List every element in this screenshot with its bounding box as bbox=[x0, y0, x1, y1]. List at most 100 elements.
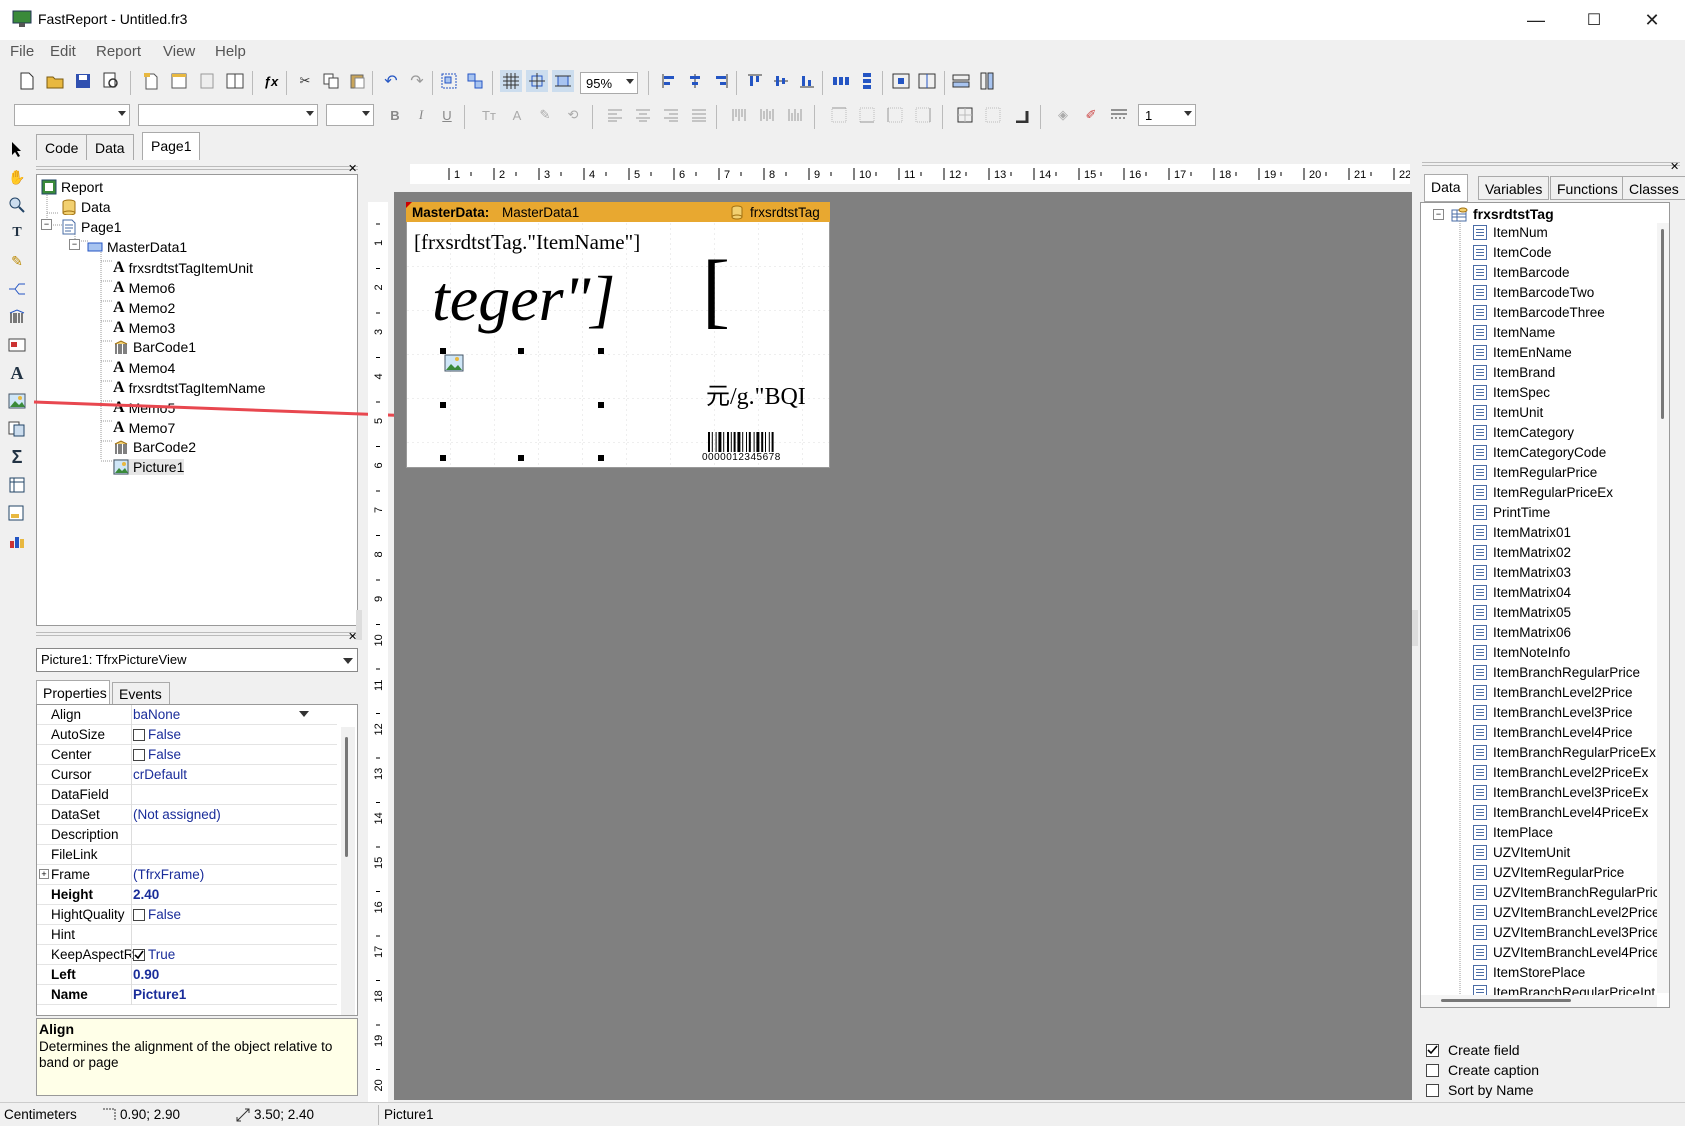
scrollbar-thumb[interactable] bbox=[345, 737, 348, 857]
option-0[interactable]: Create field bbox=[1426, 1042, 1520, 1058]
field-item[interactable]: PrintTime bbox=[1473, 505, 1550, 520]
align-bottoms-icon[interactable] bbox=[796, 70, 818, 92]
property-row[interactable]: Cursor crDefault bbox=[37, 765, 337, 785]
field-item[interactable]: ItemCode bbox=[1473, 245, 1552, 260]
scrollbar-thumb[interactable] bbox=[1661, 229, 1664, 419]
band-header[interactable]: MasterData: MasterData1 frxsrdtstTag bbox=[406, 202, 830, 222]
property-row[interactable]: Hint bbox=[37, 925, 337, 945]
center-horizontally-icon[interactable] bbox=[890, 70, 912, 92]
frame-left-icon[interactable] bbox=[884, 104, 906, 126]
valign-bottom-icon[interactable] bbox=[784, 104, 806, 126]
collapse-toggle-dataset[interactable]: − bbox=[1433, 209, 1444, 220]
zoom-icon[interactable] bbox=[6, 194, 28, 216]
splitter-grip[interactable] bbox=[356, 610, 362, 640]
field-item[interactable]: ItemMatrix01 bbox=[1473, 525, 1571, 540]
property-value[interactable]: False bbox=[133, 907, 181, 922]
tree-item-child[interactable]: BarCode1 bbox=[113, 339, 196, 355]
chart-tool-icon[interactable] bbox=[6, 530, 28, 552]
checkbox-checked-icon[interactable] bbox=[1426, 1043, 1439, 1057]
property-value[interactable]: False bbox=[133, 747, 181, 762]
align-right-edges-icon[interactable] bbox=[710, 70, 732, 92]
property-value[interactable]: crDefault bbox=[133, 767, 187, 782]
unit-memo[interactable]: 元/g."BQI bbox=[706, 376, 806, 411]
tab-classes[interactable]: Classes bbox=[1622, 176, 1685, 200]
fill-color-icon[interactable]: ◈ bbox=[1052, 104, 1074, 126]
tab-data-tree[interactable]: Data bbox=[1424, 174, 1468, 202]
field-item[interactable]: ItemMatrix06 bbox=[1473, 625, 1571, 640]
font-size-combo[interactable] bbox=[326, 104, 374, 126]
field-item[interactable]: ItemBranchLevel3Price bbox=[1473, 705, 1633, 720]
barcode-tool-icon[interactable] bbox=[6, 306, 28, 328]
horizontal-scrollbar[interactable] bbox=[1421, 995, 1657, 1007]
variables-icon[interactable]: ƒx bbox=[260, 70, 282, 92]
menu-file[interactable]: File bbox=[10, 43, 34, 60]
tree-item-masterdata[interactable]: MasterData1 bbox=[87, 239, 187, 255]
field-item[interactable]: UZVItemUnit bbox=[1473, 845, 1570, 860]
tree-item-child[interactable]: AfrxsrdtstTagItemUnit bbox=[113, 259, 253, 277]
property-value[interactable]: baNone bbox=[133, 707, 180, 722]
tab-variables[interactable]: Variables bbox=[1478, 176, 1550, 200]
group-icon[interactable] bbox=[438, 70, 460, 92]
field-item[interactable]: ItemBarcodeTwo bbox=[1473, 285, 1594, 300]
property-row[interactable]: Align baNone bbox=[37, 705, 337, 725]
undo-icon[interactable]: ↶ bbox=[380, 70, 402, 92]
field-item[interactable]: ItemBranchRegularPrice bbox=[1473, 665, 1640, 680]
property-row[interactable]: Left 0.90 bbox=[37, 965, 337, 985]
font-name-combo[interactable] bbox=[138, 104, 318, 126]
picture-tool-icon[interactable] bbox=[6, 390, 28, 412]
fit-grid-icon[interactable] bbox=[552, 70, 574, 92]
field-item[interactable]: UZVItemBranchRegularPric bbox=[1473, 885, 1660, 900]
option-1[interactable]: Create caption bbox=[1426, 1062, 1539, 1078]
new-page-icon[interactable] bbox=[140, 70, 162, 92]
menu-help[interactable]: Help bbox=[215, 43, 246, 60]
field-item[interactable]: ItemBrand bbox=[1473, 365, 1555, 380]
select-icon[interactable] bbox=[6, 138, 28, 160]
field-item[interactable]: ItemCategoryCode bbox=[1473, 445, 1606, 460]
same-height-icon[interactable] bbox=[976, 70, 998, 92]
tab-data[interactable]: Data bbox=[86, 134, 134, 160]
checkbox-icon[interactable] bbox=[133, 909, 145, 921]
save-icon[interactable] bbox=[72, 70, 94, 92]
close-button[interactable]: ✕ bbox=[1623, 0, 1681, 40]
collapse-toggle-page[interactable]: − bbox=[41, 219, 52, 230]
font-color-icon[interactable]: A bbox=[506, 104, 528, 126]
same-width-icon[interactable] bbox=[950, 70, 972, 92]
checkbox-icon[interactable] bbox=[1426, 1063, 1439, 1077]
property-row[interactable]: FileLink bbox=[37, 845, 337, 865]
align-text-right-icon[interactable] bbox=[660, 104, 682, 126]
frame-all-icon[interactable] bbox=[954, 104, 976, 126]
property-value[interactable]: Picture1 bbox=[133, 987, 186, 1002]
frame-top-icon[interactable] bbox=[828, 104, 850, 126]
frame-color-icon[interactable]: ✐ bbox=[1080, 104, 1102, 126]
tree-item-page1[interactable]: Page1 bbox=[61, 219, 121, 235]
field-item[interactable]: ItemSpec bbox=[1473, 385, 1550, 400]
preview-icon[interactable] bbox=[100, 70, 122, 92]
object-selector[interactable]: Picture1: TfrxPictureView bbox=[36, 648, 358, 672]
checkbox-checked-icon[interactable] bbox=[133, 949, 145, 961]
bold-icon[interactable]: B bbox=[384, 104, 406, 126]
align-centers-icon[interactable] bbox=[684, 70, 706, 92]
justify-text-icon[interactable] bbox=[688, 104, 710, 126]
property-value[interactable]: 2.40 bbox=[133, 887, 159, 902]
tree-item-child[interactable]: A Memo2 bbox=[113, 299, 175, 317]
space-horizontally-icon[interactable] bbox=[830, 70, 852, 92]
field-item[interactable]: UZVItemRegularPrice bbox=[1473, 865, 1624, 880]
field-item[interactable]: ItemBranchLevel2PriceEx bbox=[1473, 765, 1648, 780]
text-object-icon[interactable]: A bbox=[6, 362, 28, 384]
tab-functions[interactable]: Functions bbox=[1550, 176, 1625, 200]
frame-style-icon[interactable] bbox=[1108, 104, 1130, 126]
property-value[interactable]: (Not assigned) bbox=[133, 807, 221, 822]
show-grid-icon[interactable] bbox=[500, 70, 522, 92]
property-value[interactable]: 0.90 bbox=[133, 967, 159, 982]
new-dialog-icon[interactable] bbox=[168, 70, 190, 92]
new-icon[interactable] bbox=[16, 70, 38, 92]
copy-icon[interactable] bbox=[320, 70, 342, 92]
menu-edit[interactable]: Edit bbox=[50, 43, 76, 60]
field-item[interactable]: ItemEnName bbox=[1473, 345, 1572, 360]
menu-view[interactable]: View bbox=[163, 43, 195, 60]
property-row[interactable]: HightQuality False bbox=[37, 905, 337, 925]
frame-none-icon[interactable] bbox=[982, 104, 1004, 126]
chevron-down-icon[interactable] bbox=[299, 711, 309, 717]
frame-bottom-icon[interactable] bbox=[856, 104, 878, 126]
property-row[interactable]: Center False bbox=[37, 745, 337, 765]
